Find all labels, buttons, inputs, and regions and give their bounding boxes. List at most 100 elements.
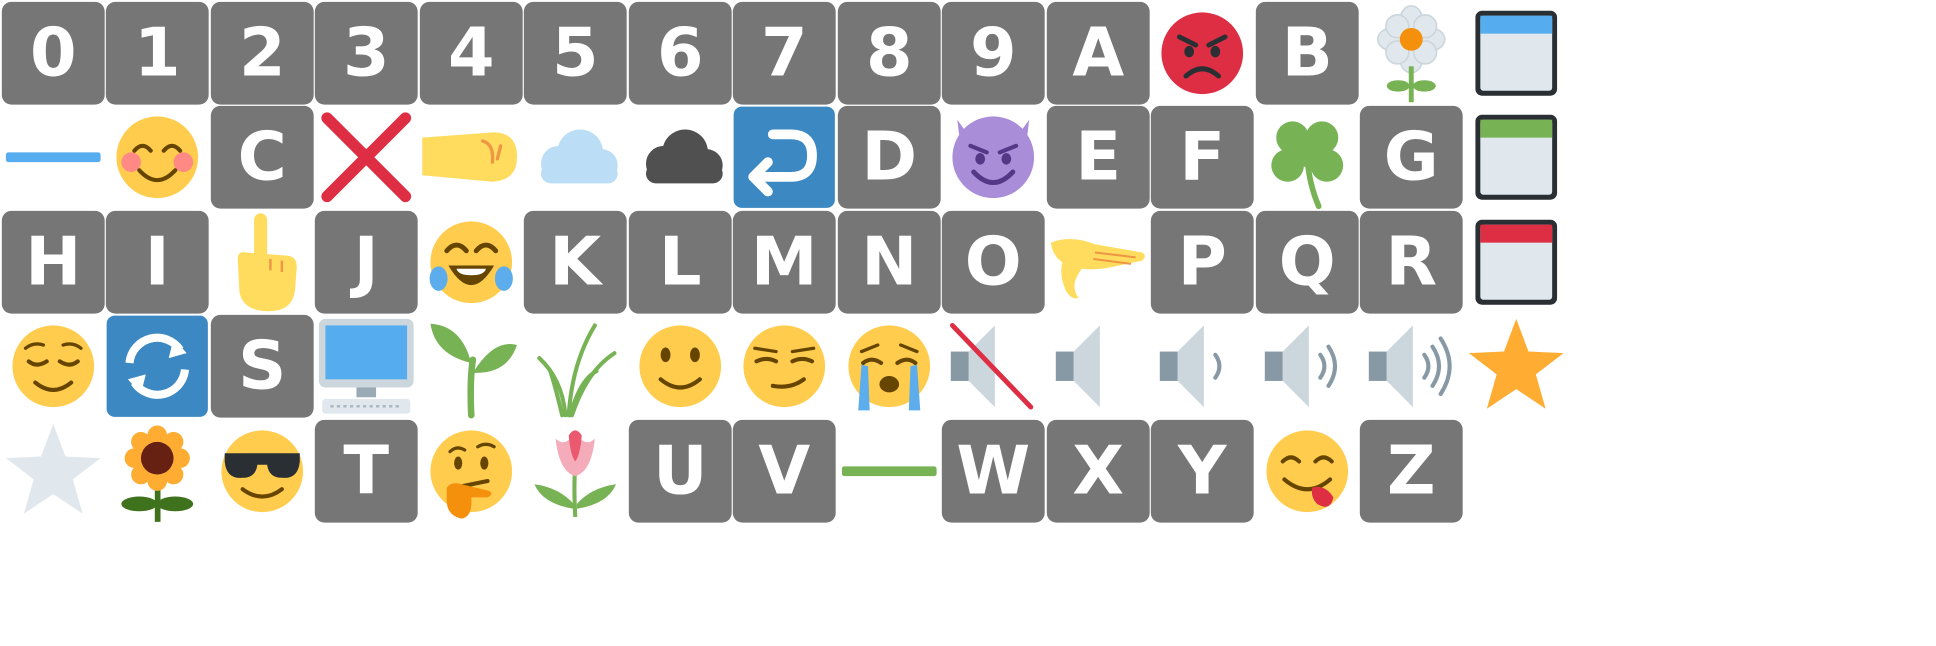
- speaker-icon: [1046, 314, 1150, 418]
- key-label: I: [144, 222, 170, 301]
- cloud-icon-glyph: [540, 129, 618, 184]
- letter-key-tile: 8: [837, 1, 941, 105]
- key-tile-background: 9: [941, 1, 1045, 105]
- crying-face-icon: [837, 314, 941, 418]
- letter-key-tile: R: [1359, 210, 1463, 314]
- key-label: Z: [1386, 431, 1436, 510]
- letter-key-tile: S: [210, 314, 314, 418]
- key-tile-background: 6: [628, 1, 732, 105]
- letter-key-tile: H: [1, 210, 105, 314]
- key-label: W: [956, 431, 1031, 510]
- emoji-sprite-sheet: 0123456789A B C D EF G HI J KLMNO PQR S: [0, 0, 1936, 646]
- key-tile-background: 8: [837, 1, 941, 105]
- speaker-icon-glyph: [1055, 325, 1100, 408]
- key-label: L: [658, 222, 702, 301]
- key-label: N: [860, 222, 917, 301]
- key-label: S: [237, 327, 286, 405]
- letter-key-tile: A: [1046, 1, 1150, 105]
- key-label: E: [1074, 118, 1121, 196]
- key-label: 7: [760, 13, 808, 92]
- key-tile-background: S: [210, 314, 314, 418]
- key-label: X: [1071, 431, 1124, 510]
- key-tile-background: 1: [105, 1, 209, 105]
- speaker-muted-icon: [941, 314, 1045, 418]
- key-label: 6: [656, 13, 704, 92]
- tears-of-joy-face-icon-glyph: [429, 220, 513, 303]
- speaker-loud-icon: [1359, 314, 1463, 418]
- key-tile-background: O: [941, 210, 1045, 314]
- sunflower-icon-glyph: [121, 425, 194, 522]
- grass-icon-glyph: [537, 323, 617, 418]
- green-line-icon: [837, 419, 941, 523]
- calendar-green-icon-glyph: [1474, 114, 1557, 200]
- fist-icon-glyph: [421, 132, 517, 182]
- smirking-face-icon-glyph: [743, 325, 826, 408]
- relieved-face-icon-glyph: [11, 325, 94, 408]
- key-tile-background: A: [1046, 1, 1150, 105]
- letter-key-tile: B: [1255, 1, 1359, 105]
- letter-key-tile: D: [837, 105, 941, 209]
- pinching-hand-icon: [1046, 210, 1150, 314]
- key-tile-background: Z: [1359, 419, 1463, 523]
- four-leaf-clover-icon: [1255, 105, 1359, 210]
- letter-key-tile: 9: [941, 1, 1045, 105]
- fist-icon: [419, 105, 523, 209]
- letter-key-tile: Z: [1359, 419, 1463, 523]
- return-arrow-icon-glyph: [733, 106, 835, 208]
- key-tile-background: J: [314, 210, 418, 314]
- key-tile-background: 4: [419, 1, 523, 105]
- key-tile-background: T: [314, 419, 418, 523]
- letter-key-tile: X: [1046, 419, 1150, 523]
- key-tile-background: 0: [1, 1, 105, 105]
- letter-key-tile: M: [732, 210, 836, 314]
- relieved-face-icon: [1, 314, 105, 418]
- letter-key-tile: 7: [732, 1, 836, 105]
- letter-key-tile: 5: [523, 1, 627, 105]
- calendar-blue-icon-glyph: [1474, 10, 1557, 96]
- letter-key-tile: U: [628, 419, 732, 523]
- tulip-icon: [523, 419, 627, 523]
- speaker-medium-icon-glyph: [1264, 325, 1337, 408]
- letter-key-tile: 2: [210, 1, 314, 105]
- devil-face-icon: [941, 105, 1045, 209]
- letter-key-tile: P: [1150, 210, 1254, 314]
- letter-key-tile: E: [1046, 105, 1150, 209]
- key-tile-background: 5: [523, 1, 627, 105]
- letter-key-tile: W: [941, 419, 1045, 523]
- devil-face-icon-glyph: [952, 116, 1035, 199]
- key-tile-background: E: [1046, 105, 1150, 209]
- key-label: D: [860, 118, 917, 196]
- return-arrow-icon: [732, 105, 836, 209]
- cloud-icon: [523, 105, 627, 209]
- desktop-computer-icon: [314, 314, 418, 418]
- cross-mark-icon: [314, 105, 418, 209]
- grey-star-icon-glyph: [5, 423, 101, 514]
- pointing-up-hand-icon-glyph: [237, 212, 297, 311]
- pointing-up-hand-icon: [210, 210, 314, 314]
- grass-icon: [523, 314, 627, 418]
- calendar-red-icon: [1464, 210, 1568, 314]
- smiling-face-icon: [628, 314, 732, 418]
- seedling-icon: [419, 314, 523, 419]
- angry-face-icon-glyph: [1161, 11, 1244, 94]
- key-label: R: [1385, 222, 1438, 301]
- blushing-face-icon-glyph: [116, 116, 199, 199]
- four-leaf-clover-icon-glyph: [1270, 121, 1343, 210]
- key-tile-background: Q: [1255, 210, 1359, 314]
- orange-star-icon-glyph: [1468, 318, 1564, 409]
- yum-face-icon: [1255, 419, 1359, 523]
- key-label: K: [549, 222, 602, 301]
- key-label: 3: [342, 13, 390, 92]
- dark-cloud-icon-glyph: [645, 129, 723, 184]
- letter-key-tile: G: [1359, 105, 1463, 209]
- letter-key-tile: I: [105, 210, 209, 314]
- yum-face-icon-glyph: [1265, 429, 1348, 512]
- letter-key-tile: Q: [1255, 210, 1359, 314]
- letter-key-tile: V: [732, 419, 836, 523]
- speaker-low-icon: [1150, 314, 1254, 418]
- key-label: O: [964, 222, 1022, 301]
- key-label: C: [237, 118, 287, 196]
- key-label: B: [1281, 13, 1333, 92]
- thinking-face-icon-glyph: [429, 429, 512, 519]
- speaker-loud-icon-glyph: [1368, 325, 1452, 408]
